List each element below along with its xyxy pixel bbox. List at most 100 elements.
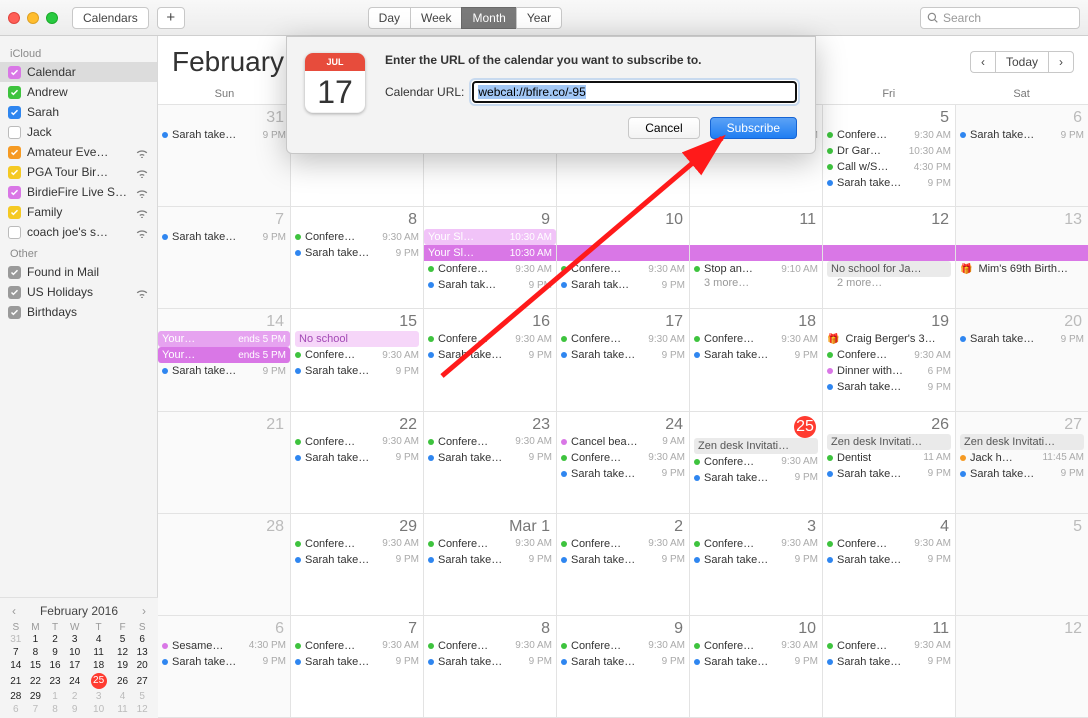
- day-cell[interactable]: 24Cancel bea…9 AMConfere…9:30 AMSarah ta…: [557, 412, 690, 513]
- calendar-checkbox-unchecked[interactable]: [8, 126, 21, 139]
- calendar-item[interactable]: Found in Mail: [0, 262, 157, 282]
- day-cell[interactable]: 5Confere…9:30 AMDr Gar…10:30 AMCall w/S……: [823, 105, 956, 206]
- day-cell[interactable]: 9Confere…9:30 AMSarah take…9 PM: [557, 616, 690, 717]
- day-cell[interactable]: 9Your Sl…10:30 AMYour Sl…10:30 AMConfere…: [424, 207, 557, 308]
- event-item[interactable]: Sarah take…9 PM: [694, 470, 818, 486]
- calendar-item[interactable]: Family: [0, 202, 157, 222]
- event-item[interactable]: Sarah take…9 PM: [561, 347, 685, 363]
- day-cell[interactable]: 3Confere…9:30 AMSarah take…9 PM: [690, 514, 823, 615]
- event-item[interactable]: Confere…9:30 AM: [827, 127, 951, 143]
- event-item[interactable]: Sarah take…9 PM: [827, 654, 951, 670]
- mini-day[interactable]: 9: [65, 703, 85, 716]
- day-cell[interactable]: 7Confere…9:30 AMSarah take…9 PM: [291, 616, 424, 717]
- mini-day[interactable]: 1: [26, 633, 46, 646]
- event-allday[interactable]: No school for Ja…: [827, 261, 951, 277]
- event-item[interactable]: Confere…9:30 AM: [561, 450, 685, 466]
- event-bar-continuation[interactable]: [557, 245, 689, 261]
- event-item[interactable]: Confere…9:30 AM: [561, 261, 685, 277]
- day-cell[interactable]: 11 Stop an…9:10 AM3 more…: [690, 207, 823, 308]
- calendar-item[interactable]: PGA Tour Bir…: [0, 162, 157, 182]
- today-button[interactable]: Today: [995, 51, 1048, 73]
- next-month-button[interactable]: ›: [1048, 51, 1074, 73]
- mini-prev-button[interactable]: ‹: [8, 604, 20, 618]
- calendar-checkbox-checked[interactable]: [8, 306, 21, 319]
- mini-day[interactable]: 7: [26, 703, 46, 716]
- day-cell[interactable]: 10 Confere…9:30 AMSarah tak…9 PM: [557, 207, 690, 308]
- day-cell[interactable]: 16Confere…9:30 AMSarah take…9 PM: [424, 309, 557, 410]
- day-cell[interactable]: 23Confere…9:30 AMSarah take…9 PM: [424, 412, 557, 513]
- mini-day[interactable]: 10: [85, 703, 113, 716]
- birthday-event[interactable]: 🎁Craig Berger's 3…: [827, 331, 951, 347]
- event-item[interactable]: Sarah take…9 PM: [295, 654, 419, 670]
- month-grid[interactable]: 31Sarah take…9 PM1Sarah take…9 PM23Sarah…: [158, 105, 1088, 718]
- event-item[interactable]: Sarah take…9 PM: [561, 466, 685, 482]
- mini-day[interactable]: 15: [26, 659, 46, 672]
- mini-day[interactable]: 27: [132, 672, 152, 690]
- event-item[interactable]: Confere…9:30 AM: [295, 434, 419, 450]
- mini-next-button[interactable]: ›: [138, 604, 150, 618]
- event-item[interactable]: Sarah take…9 PM: [960, 127, 1084, 143]
- event-item[interactable]: Stop an…9:10 AM: [694, 261, 818, 277]
- cancel-button[interactable]: Cancel: [628, 117, 699, 139]
- mini-day[interactable]: 18: [85, 659, 113, 672]
- day-cell[interactable]: 17Confere…9:30 AMSarah take…9 PM: [557, 309, 690, 410]
- mini-day[interactable]: 6: [132, 633, 152, 646]
- event-item[interactable]: Sarah take…9 PM: [428, 347, 552, 363]
- calendar-checkbox-checked[interactable]: [8, 286, 21, 299]
- minimize-window-button[interactable]: [27, 12, 39, 24]
- day-cell[interactable]: 7Sarah take…9 PM: [158, 207, 291, 308]
- event-item[interactable]: Confere…9:30 AM: [827, 347, 951, 363]
- view-day-button[interactable]: Day: [368, 7, 410, 29]
- event-item[interactable]: Confere…9:30 AM: [295, 229, 419, 245]
- more-events-link[interactable]: 2 more…: [827, 277, 951, 289]
- day-cell[interactable]: 14Your…ends 5 PMYour…ends 5 PMSarah take…: [158, 309, 291, 410]
- mini-day[interactable]: 9: [45, 646, 65, 659]
- event-item[interactable]: Sarah take…9 PM: [694, 552, 818, 568]
- event-item[interactable]: Sarah take…9 PM: [428, 450, 552, 466]
- mini-day[interactable]: 26: [113, 672, 133, 690]
- calendar-checkbox-checked[interactable]: [8, 186, 21, 199]
- event-item[interactable]: Confere…9:30 AM: [561, 331, 685, 347]
- calendar-checkbox-checked[interactable]: [8, 66, 21, 79]
- day-cell[interactable]: 2Confere…9:30 AMSarah take…9 PM: [557, 514, 690, 615]
- add-event-button[interactable]: +: [157, 7, 185, 29]
- event-item[interactable]: Dinner with…6 PM: [827, 363, 951, 379]
- event-allday[interactable]: Zen desk Invitati…: [960, 434, 1084, 450]
- event-item[interactable]: Sarah take…9 PM: [827, 379, 951, 395]
- day-cell[interactable]: 11Confere…9:30 AMSarah take…9 PM: [823, 616, 956, 717]
- event-bar[interactable]: Your…ends 5 PM: [158, 331, 290, 347]
- event-item[interactable]: Dentist11 AM: [827, 450, 951, 466]
- event-item[interactable]: Confere…9:30 AM: [295, 347, 419, 363]
- day-cell[interactable]: 12: [956, 616, 1088, 717]
- calendar-checkbox-checked[interactable]: [8, 206, 21, 219]
- subscribe-button[interactable]: Subscribe: [710, 117, 797, 139]
- event-item[interactable]: Confere…9:30 AM: [561, 638, 685, 654]
- event-bar[interactable]: Your Sl…10:30 AM: [424, 245, 556, 261]
- event-item[interactable]: Sarah take…9 PM: [428, 552, 552, 568]
- birthday-event[interactable]: 🎁Mim's 69th Birth…: [960, 261, 1084, 277]
- day-cell[interactable]: 28: [158, 514, 291, 615]
- calendar-item[interactable]: Sarah: [0, 102, 157, 122]
- calendar-checkbox-checked[interactable]: [8, 266, 21, 279]
- event-item[interactable]: Sarah take…9 PM: [960, 466, 1084, 482]
- day-cell[interactable]: 20Sarah take…9 PM: [956, 309, 1088, 410]
- event-item[interactable]: Sarah tak…9 PM: [561, 277, 685, 293]
- event-item[interactable]: Confere…9:30 AM: [827, 638, 951, 654]
- event-item[interactable]: Confere…9:30 AM: [694, 536, 818, 552]
- event-item[interactable]: Confere…9:30 AM: [694, 638, 818, 654]
- mini-day[interactable]: 5: [113, 633, 133, 646]
- day-cell[interactable]: 22Confere…9:30 AMSarah take…9 PM: [291, 412, 424, 513]
- event-item[interactable]: Sarah take…9 PM: [561, 654, 685, 670]
- day-cell[interactable]: 5: [956, 514, 1088, 615]
- mini-day[interactable]: 21: [6, 672, 26, 690]
- event-item[interactable]: Confere…9:30 AM: [428, 536, 552, 552]
- day-cell[interactable]: Mar 1Confere…9:30 AMSarah take…9 PM: [424, 514, 557, 615]
- event-item[interactable]: Confere…9:30 AM: [694, 454, 818, 470]
- event-item[interactable]: Confere…9:30 AM: [694, 331, 818, 347]
- day-cell[interactable]: 26Zen desk Invitati…Dentist11 AMSarah ta…: [823, 412, 956, 513]
- day-cell[interactable]: 19🎁Craig Berger's 3…Confere…9:30 AMDinne…: [823, 309, 956, 410]
- mini-day[interactable]: 20: [132, 659, 152, 672]
- maximize-window-button[interactable]: [46, 12, 58, 24]
- event-item[interactable]: Sarah take…9 PM: [694, 347, 818, 363]
- calendar-item[interactable]: coach joe's s…: [0, 222, 157, 242]
